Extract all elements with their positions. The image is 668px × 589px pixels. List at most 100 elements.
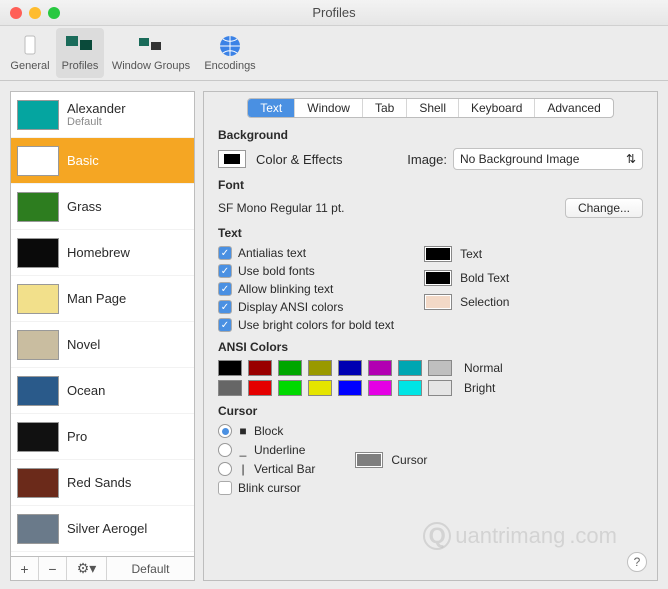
change-font-button[interactable]: Change... — [565, 198, 643, 218]
profile-row[interactable]: Red Sands — [11, 460, 194, 506]
cursor-glyph-icon: _ — [238, 443, 248, 457]
profile-name: Basic — [67, 153, 99, 168]
color-well[interactable] — [424, 246, 452, 262]
checkbox-label: Blink cursor — [238, 481, 301, 495]
tab-keyboard[interactable]: Keyboard — [459, 99, 535, 117]
toolbar-general[interactable]: General — [6, 28, 54, 78]
profile-thumb — [17, 238, 59, 268]
ansi-color-well[interactable] — [428, 380, 452, 396]
radio-icon — [218, 443, 232, 457]
profile-name: Homebrew — [67, 245, 130, 260]
radio-icon — [218, 424, 232, 438]
help-button[interactable]: ? — [627, 552, 647, 572]
checkbox-icon: ✓ — [218, 264, 232, 278]
add-button[interactable]: + — [11, 557, 39, 580]
checkbox-label: Allow blinking text — [238, 282, 333, 296]
set-default-button[interactable]: Default — [107, 557, 194, 580]
ansi-color-well[interactable] — [368, 380, 392, 396]
checkbox-label: Use bold fonts — [238, 264, 315, 278]
ansi-color-well[interactable] — [308, 360, 332, 376]
profile-thumb — [17, 376, 59, 406]
color-well[interactable] — [424, 294, 452, 310]
toolbar-window-groups[interactable]: Window Groups — [106, 28, 196, 78]
checkbox-row[interactable]: ✓Display ANSI colors — [218, 300, 394, 314]
ansi-color-well[interactable] — [308, 380, 332, 396]
checkbox-icon: ✓ — [218, 318, 232, 332]
toolbar-profiles[interactable]: Profiles — [56, 28, 104, 78]
profile-name: Novel — [67, 337, 100, 352]
profile-row[interactable]: Homebrew — [11, 230, 194, 276]
tab-shell[interactable]: Shell — [407, 99, 459, 117]
profile-name: Alexander — [67, 101, 126, 116]
checkbox-icon: ✓ — [218, 246, 232, 260]
blink-cursor-checkbox[interactable]: Blink cursor — [218, 481, 315, 495]
radio-label: Underline — [254, 443, 305, 457]
checkbox-row[interactable]: ✓ Use bright colors for bold text — [218, 318, 394, 332]
tab-window[interactable]: Window — [295, 99, 363, 117]
profile-row[interactable]: Silver Aerogel — [11, 506, 194, 552]
ansi-color-well[interactable] — [428, 360, 452, 376]
profile-thumb — [17, 146, 59, 176]
color-well[interactable] — [424, 270, 452, 286]
radio-label: Block — [254, 424, 283, 438]
text-section: Text ✓Antialias text✓Use bold fonts✓Allo… — [218, 226, 643, 332]
ansi-color-well[interactable] — [398, 360, 422, 376]
action-menu-button[interactable]: ⚙︎▾ — [67, 557, 107, 580]
ansi-color-well[interactable] — [338, 380, 362, 396]
profile-name: Pro — [67, 429, 87, 444]
ansi-color-well[interactable] — [218, 360, 242, 376]
tab-advanced[interactable]: Advanced — [535, 99, 612, 117]
checkbox-label: Use bright colors for bold text — [238, 318, 394, 332]
ansi-color-well[interactable] — [278, 360, 302, 376]
profile-row[interactable]: Basic — [11, 138, 194, 184]
profile-row[interactable]: Ocean — [11, 368, 194, 414]
profile-row[interactable]: Man Page — [11, 276, 194, 322]
checkbox-label: Antialias text — [238, 246, 306, 260]
image-label: Image: — [407, 152, 447, 167]
checkbox-icon: ✓ — [218, 300, 232, 314]
tab-text[interactable]: Text — [248, 99, 295, 117]
section-heading: ANSI Colors — [218, 340, 643, 354]
window-title: Profiles — [0, 5, 668, 20]
cursor-swatch-label: Cursor — [391, 453, 427, 467]
remove-button[interactable]: − — [39, 557, 67, 580]
title-bar: Profiles — [0, 0, 668, 26]
profile-thumb — [17, 284, 59, 314]
section-heading: Cursor — [218, 404, 643, 418]
ansi-color-well[interactable] — [278, 380, 302, 396]
radio-row[interactable]: ■Block — [218, 424, 315, 438]
profile-row[interactable]: AlexanderDefault — [11, 92, 194, 138]
profile-row[interactable]: Grass — [11, 184, 194, 230]
tab-tab[interactable]: Tab — [363, 99, 407, 117]
toolbar-label: Profiles — [62, 60, 99, 72]
ansi-color-well[interactable] — [248, 360, 272, 376]
cursor-section: Cursor ■Block _ Underline |Vertical Bar Blin… — [218, 404, 643, 495]
ansi-color-well[interactable] — [338, 360, 362, 376]
background-image-select[interactable]: No Background Image ⇅ — [453, 148, 643, 170]
profile-row[interactable]: Novel — [11, 322, 194, 368]
profile-name: Silver Aerogel — [67, 521, 147, 536]
section-heading: Font — [218, 178, 643, 192]
ansi-color-well[interactable] — [398, 380, 422, 396]
background-color-well[interactable] — [218, 150, 246, 168]
colors-effects-label: Color & Effects — [256, 152, 342, 167]
checkbox-row[interactable]: ✓ Use bold fonts — [218, 264, 394, 278]
checkbox-row[interactable]: ✓ Antialias text — [218, 246, 394, 260]
profile-name: Ocean — [67, 383, 105, 398]
profile-row[interactable]: Pro — [11, 414, 194, 460]
checkbox-icon: ✓ — [218, 282, 232, 296]
profile-name: Man Page — [67, 291, 126, 306]
ansi-color-well[interactable] — [368, 360, 392, 376]
radio-row[interactable]: _ Underline — [218, 443, 315, 457]
ansi-color-well[interactable] — [218, 380, 242, 396]
cursor-color-well[interactable] — [355, 452, 383, 468]
radio-row[interactable]: |Vertical Bar — [218, 462, 315, 476]
profile-settings-panel: TextWindowTabShellKeyboardAdvanced Backg… — [203, 91, 658, 581]
toolbar-label: Encodings — [204, 60, 255, 72]
section-heading: Background — [218, 128, 643, 142]
toolbar-encodings[interactable]: Encodings — [198, 28, 262, 78]
ansi-color-well[interactable] — [248, 380, 272, 396]
toolbar-label: Window Groups — [112, 60, 190, 72]
toolbar: General Profiles Window Groups Encodings — [0, 26, 668, 81]
checkbox-row[interactable]: ✓ Allow blinking text — [218, 282, 394, 296]
